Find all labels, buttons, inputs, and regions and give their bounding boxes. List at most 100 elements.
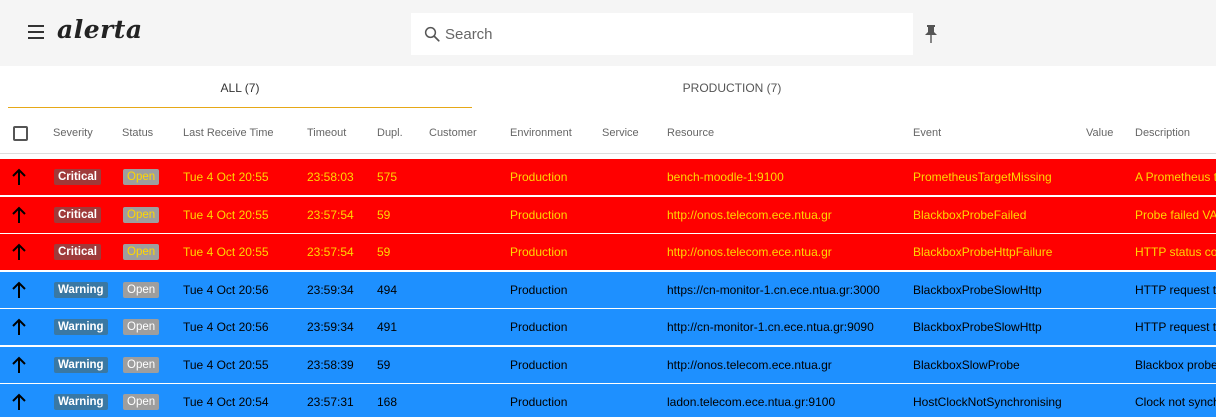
alert-row[interactable]: Critical Open Tue 4 Oct 20:55 23:57:54 5… <box>0 196 1216 233</box>
duplicate-count: 59 <box>377 245 391 259</box>
table-header: Severity Status Last Receive Time Timeou… <box>0 112 1216 154</box>
last-receive-time: Tue 4 Oct 20:56 <box>183 282 269 297</box>
event: PrometheusTargetMissing <box>913 170 1052 184</box>
environment-tabs: ALL (7) PRODUCTION (7) <box>0 66 1216 108</box>
timeout: 23:59:34 <box>307 282 354 297</box>
status-badge: Open <box>123 319 160 335</box>
duplicate-count: 59 <box>377 357 391 372</box>
severity-badge: Warning <box>54 281 108 298</box>
column-header-service[interactable]: Service <box>602 112 639 154</box>
column-header-last-receive-time[interactable]: Last Receive Time <box>183 112 273 154</box>
search-icon <box>424 26 440 42</box>
timeout: 23:57:31 <box>307 395 354 409</box>
top-app-bar: alerta <box>0 0 1216 66</box>
event: BlackboxProbeHttpFailure <box>913 245 1053 259</box>
description: Blackbox probe <box>1135 357 1216 372</box>
column-header-timeout[interactable]: Timeout <box>307 112 346 154</box>
environment: Production <box>510 320 568 334</box>
timeout: 23:57:54 <box>307 245 354 259</box>
alert-row[interactable]: Warning Open Tue 4 Oct 20:55 23:58:39 59… <box>0 346 1216 383</box>
hamburger-icon[interactable] <box>28 25 44 39</box>
tab-all[interactable]: ALL (7) <box>8 66 472 108</box>
timeout: 23:59:34 <box>307 320 354 334</box>
severity-badge: Critical <box>54 169 101 185</box>
select-all-checkbox[interactable] <box>13 126 28 141</box>
pin-icon[interactable] <box>924 24 938 44</box>
alert-row[interactable]: Warning Open Tue 4 Oct 20:56 23:59:34 49… <box>0 309 1216 345</box>
timeout: 23:58:39 <box>307 357 354 372</box>
arrow-up-icon <box>12 168 26 185</box>
app-logo[interactable]: alerta <box>57 15 143 44</box>
status-badge: Open <box>123 206 160 223</box>
resource: bench-moodle-1:9100 <box>667 170 784 184</box>
column-header-value[interactable]: Value <box>1086 112 1113 154</box>
event: HostClockNotSynchronising <box>913 395 1062 409</box>
search-box[interactable] <box>411 13 913 55</box>
arrow-up-icon <box>12 393 26 410</box>
resource: http://onos.telecom.ece.ntua.gr <box>667 207 832 222</box>
last-receive-time: Tue 4 Oct 20:54 <box>183 395 269 409</box>
description: HTTP request t <box>1135 282 1216 297</box>
arrow-up-icon <box>12 281 26 298</box>
last-receive-time: Tue 4 Oct 20:55 <box>183 245 269 259</box>
alert-row[interactable]: Warning Open Tue 4 Oct 20:56 23:59:34 49… <box>0 271 1216 308</box>
column-header-description[interactable]: Description <box>1135 112 1190 154</box>
environment: Production <box>510 282 568 297</box>
status-badge: Open <box>123 356 160 373</box>
duplicate-count: 168 <box>377 395 398 409</box>
severity-badge: Critical <box>54 244 101 260</box>
description: HTTP status co <box>1135 245 1216 259</box>
resource: ladon.telecom.ece.ntua.gr:9100 <box>667 395 836 409</box>
resource: https://cn-monitor-1.cn.ece.ntua.gr:3000 <box>667 282 880 297</box>
timeout: 23:57:54 <box>307 207 354 222</box>
duplicate-count: 575 <box>377 170 398 184</box>
event: BlackboxProbeSlowHttp <box>913 320 1042 334</box>
arrow-up-icon <box>12 356 26 373</box>
severity-badge: Warning <box>54 356 108 373</box>
description: A Prometheus t <box>1135 170 1216 184</box>
arrow-up-icon <box>12 243 26 260</box>
severity-badge: Warning <box>54 394 108 410</box>
environment: Production <box>510 395 568 409</box>
alert-row[interactable]: Critical Open Tue 4 Oct 20:55 23:58:03 5… <box>0 159 1216 195</box>
severity-badge: Critical <box>54 206 101 223</box>
tab-production[interactable]: PRODUCTION (7) <box>500 66 964 108</box>
last-receive-time: Tue 4 Oct 20:55 <box>183 170 269 184</box>
last-receive-time: Tue 4 Oct 20:55 <box>183 357 269 372</box>
resource: http://onos.telecom.ece.ntua.gr <box>667 245 832 259</box>
column-header-severity[interactable]: Severity <box>53 112 93 154</box>
event: BlackboxProbeSlowHttp <box>913 282 1042 297</box>
event: BlackboxSlowProbe <box>913 357 1020 372</box>
duplicate-count: 494 <box>377 282 398 297</box>
environment: Production <box>510 357 568 372</box>
column-header-dupl[interactable]: Dupl. <box>377 112 403 154</box>
event: BlackboxProbeFailed <box>913 207 1027 222</box>
description: HTTP request t <box>1135 320 1216 334</box>
column-header-environment[interactable]: Environment <box>510 112 572 154</box>
timeout: 23:58:03 <box>307 170 354 184</box>
column-header-resource[interactable]: Resource <box>667 112 714 154</box>
environment: Production <box>510 245 568 259</box>
column-header-status[interactable]: Status <box>122 112 153 154</box>
environment: Production <box>510 207 568 222</box>
column-header-customer[interactable]: Customer <box>429 112 477 154</box>
severity-badge: Warning <box>54 319 108 335</box>
duplicate-count: 59 <box>377 207 391 222</box>
duplicate-count: 491 <box>377 320 398 334</box>
arrow-up-icon <box>12 206 26 223</box>
column-header-event[interactable]: Event <box>913 112 941 154</box>
status-badge: Open <box>123 169 160 185</box>
resource: http://cn-monitor-1.cn.ece.ntua.gr:9090 <box>667 320 874 334</box>
search-input[interactable] <box>445 23 895 45</box>
arrow-up-icon <box>12 318 26 335</box>
status-badge: Open <box>123 394 160 410</box>
description: Clock not synch <box>1135 395 1216 409</box>
status-badge: Open <box>123 281 160 298</box>
alert-row[interactable]: Warning Open Tue 4 Oct 20:54 23:57:31 16… <box>0 384 1216 417</box>
environment: Production <box>510 170 568 184</box>
resource: http://onos.telecom.ece.ntua.gr <box>667 357 832 372</box>
description: Probe failed VA <box>1135 207 1216 222</box>
last-receive-time: Tue 4 Oct 20:55 <box>183 207 269 222</box>
alert-row[interactable]: Critical Open Tue 4 Oct 20:55 23:57:54 5… <box>0 234 1216 270</box>
alert-list: Critical Open Tue 4 Oct 20:55 23:58:03 5… <box>0 159 1216 417</box>
